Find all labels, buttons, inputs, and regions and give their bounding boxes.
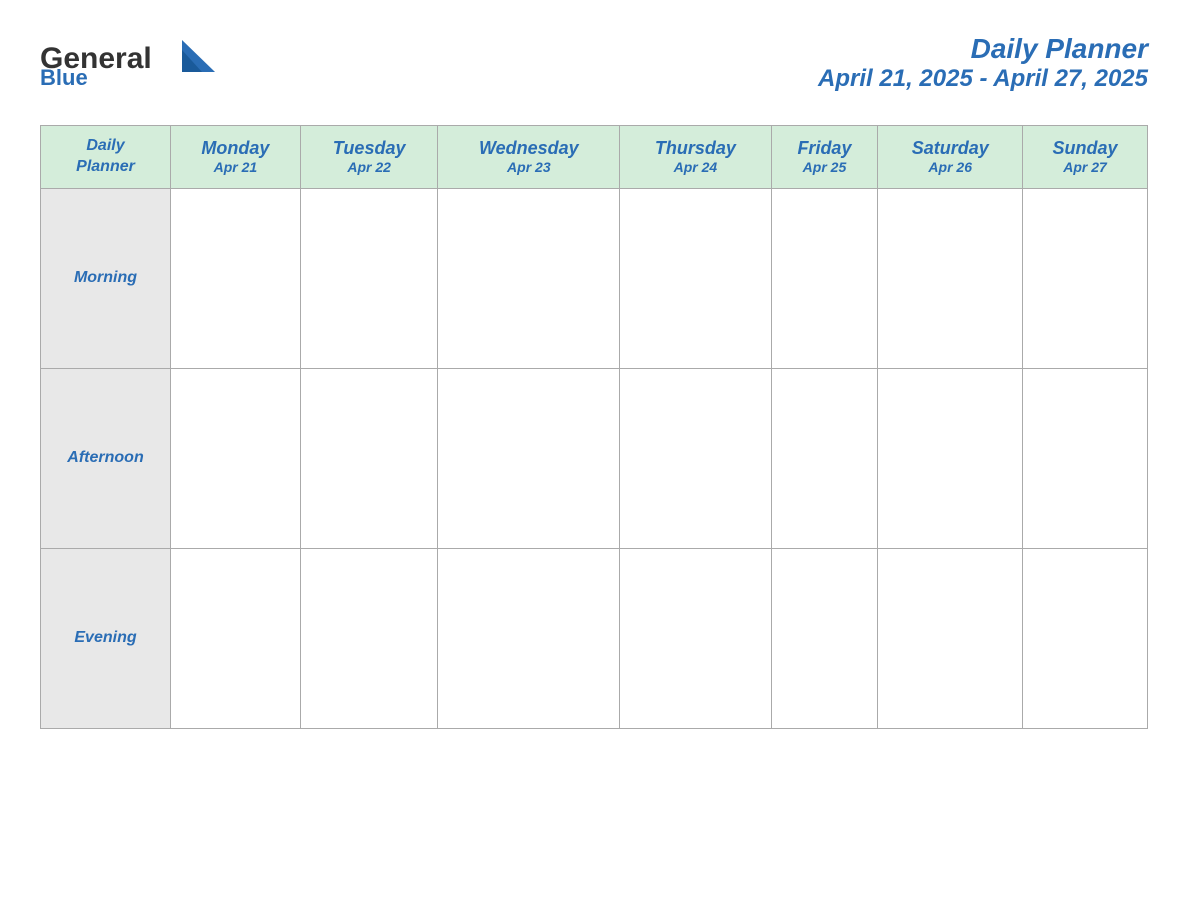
- evening-saturday[interactable]: [878, 548, 1023, 728]
- evening-row: Evening: [41, 548, 1148, 728]
- page-header: General Blue Daily Planner April 21, 202…: [40, 20, 1148, 105]
- afternoon-saturday[interactable]: [878, 368, 1023, 548]
- corner-cell: Daily Planner: [41, 126, 171, 189]
- planner-table: Daily Planner Monday Apr 21 Tuesday Apr …: [40, 125, 1148, 729]
- morning-row: Morning: [41, 188, 1148, 368]
- logo-text: General Blue: [40, 30, 220, 95]
- afternoon-sunday[interactable]: [1023, 368, 1148, 548]
- morning-saturday[interactable]: [878, 188, 1023, 368]
- morning-friday[interactable]: [771, 188, 878, 368]
- morning-tuesday[interactable]: [300, 188, 438, 368]
- evening-sunday[interactable]: [1023, 548, 1148, 728]
- header-monday: Monday Apr 21: [171, 126, 301, 189]
- evening-wednesday[interactable]: [438, 548, 620, 728]
- header-sunday: Sunday Apr 27: [1023, 126, 1148, 189]
- afternoon-monday[interactable]: [171, 368, 301, 548]
- header-friday: Friday Apr 25: [771, 126, 878, 189]
- morning-thursday[interactable]: [620, 188, 771, 368]
- logo: General Blue: [40, 30, 220, 95]
- header-tuesday: Tuesday Apr 22: [300, 126, 438, 189]
- evening-tuesday[interactable]: [300, 548, 438, 728]
- afternoon-thursday[interactable]: [620, 368, 771, 548]
- header-thursday: Thursday Apr 24: [620, 126, 771, 189]
- afternoon-wednesday[interactable]: [438, 368, 620, 548]
- evening-friday[interactable]: [771, 548, 878, 728]
- title-section: Daily Planner April 21, 2025 - April 27,…: [818, 33, 1148, 93]
- morning-wednesday[interactable]: [438, 188, 620, 368]
- morning-label: Morning: [41, 188, 171, 368]
- afternoon-tuesday[interactable]: [300, 368, 438, 548]
- evening-thursday[interactable]: [620, 548, 771, 728]
- header-saturday: Saturday Apr 26: [878, 126, 1023, 189]
- morning-sunday[interactable]: [1023, 188, 1148, 368]
- header-row: Daily Planner Monday Apr 21 Tuesday Apr …: [41, 126, 1148, 189]
- evening-label: Evening: [41, 548, 171, 728]
- planner-date: April 21, 2025 - April 27, 2025: [818, 65, 1148, 93]
- morning-monday[interactable]: [171, 188, 301, 368]
- header-wednesday: Wednesday Apr 23: [438, 126, 620, 189]
- svg-text:Blue: Blue: [40, 65, 88, 90]
- planner-title: Daily Planner: [818, 33, 1148, 65]
- afternoon-label: Afternoon: [41, 368, 171, 548]
- evening-monday[interactable]: [171, 548, 301, 728]
- afternoon-row: Afternoon: [41, 368, 1148, 548]
- afternoon-friday[interactable]: [771, 368, 878, 548]
